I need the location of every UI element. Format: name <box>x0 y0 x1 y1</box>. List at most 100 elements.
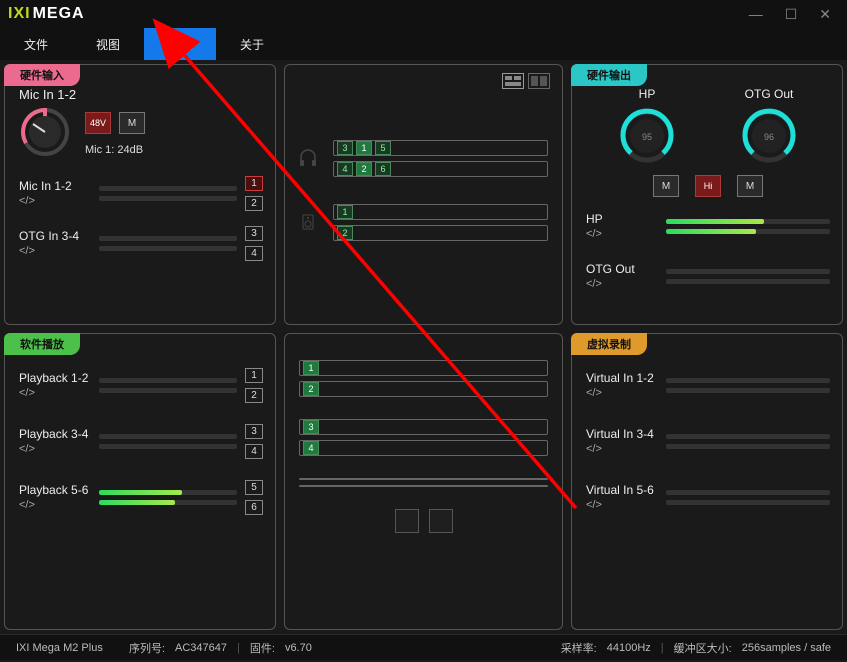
route-box[interactable]: 4 2 6 <box>333 161 548 177</box>
route-cell[interactable]: 2 <box>337 226 353 240</box>
hi-button[interactable]: Hi <box>695 175 721 197</box>
channel-num-button[interactable]: 1 <box>245 176 263 191</box>
level-meter <box>99 246 237 251</box>
channel-sub: </> <box>19 499 99 511</box>
route-cell[interactable]: 2 <box>303 382 319 396</box>
channel-num-button[interactable]: 2 <box>245 196 263 211</box>
window-maximize[interactable]: ☐ <box>785 6 798 23</box>
channel-row-playback-34: Playback 3-4 </> 3 4 <box>19 422 263 460</box>
window-close[interactable]: ✕ <box>819 6 831 23</box>
status-fw-label: 固件: <box>250 640 275 656</box>
menubar: 文件 视图 设置 关于 <box>0 28 847 60</box>
level-meter <box>666 279 830 284</box>
channel-num-button[interactable]: 5 <box>245 480 263 495</box>
level-meter <box>99 196 237 201</box>
otg-output-label: OTG Out <box>745 87 794 101</box>
view-mode-a[interactable] <box>502 73 524 89</box>
routing-option-a[interactable] <box>395 509 419 533</box>
svg-text:95: 95 <box>642 132 652 142</box>
panel-virtual-record: 虚拟录制 Virtual In 1-2 </> Virtual In 3-4 <… <box>571 333 843 630</box>
channel-name: Playback 3-4 <box>19 427 99 441</box>
statusbar: IXI Mega M2 Plus 序列号: AC347647 | 固件: v6.… <box>0 634 847 660</box>
titlebar: IXIMEGA — ☐ ✕ <box>0 0 847 28</box>
hp-output-label: HP <box>639 87 656 101</box>
route-cell[interactable]: 1 <box>356 141 372 155</box>
route-box[interactable]: 1 <box>299 360 548 376</box>
channel-num-button[interactable]: 2 <box>245 388 263 403</box>
channel-row-playback-12: Playback 1-2 </> 1 2 <box>19 366 263 404</box>
status-serial-label: 序列号: <box>129 640 165 656</box>
menu-file[interactable]: 文件 <box>0 28 72 60</box>
menu-view[interactable]: 视图 <box>72 28 144 60</box>
route-cell[interactable]: 4 <box>303 441 319 455</box>
channel-row-hp: HP </> <box>586 207 830 245</box>
menu-settings[interactable]: 设置 <box>144 28 216 60</box>
channel-num-button[interactable]: 6 <box>245 500 263 515</box>
otg-volume-dial[interactable]: 96 <box>740 107 798 165</box>
route-cell[interactable]: 4 <box>337 162 353 176</box>
channel-sub: </> <box>19 195 99 207</box>
route-box[interactable]: 1 <box>333 204 548 220</box>
level-meter <box>666 388 830 393</box>
route-box[interactable]: 3 <box>299 419 548 435</box>
level-meter <box>666 229 830 234</box>
channel-name: Virtual In 5-6 <box>586 483 666 497</box>
channel-num-button[interactable]: 1 <box>245 368 263 383</box>
level-meter <box>99 378 237 383</box>
otg-mute-button[interactable]: M <box>737 175 763 197</box>
route-cell[interactable]: 3 <box>337 141 353 155</box>
channel-name: OTG Out <box>586 262 666 276</box>
channel-row-virtual-12: Virtual In 1-2 </> <box>586 366 830 404</box>
menu-about[interactable]: 关于 <box>216 28 288 60</box>
svg-text:96: 96 <box>764 132 774 142</box>
status-sr-label: 采样率: <box>561 640 597 656</box>
view-mode-b[interactable] <box>528 73 550 89</box>
route-cell[interactable]: 1 <box>337 205 353 219</box>
channel-name: Playback 1-2 <box>19 371 99 385</box>
window-minimize[interactable]: — <box>749 6 763 23</box>
channel-sub: </> <box>19 245 99 257</box>
level-meter <box>99 186 237 191</box>
channel-sub: </> <box>19 443 99 455</box>
panel-title-hw-out: 硬件输出 <box>571 64 647 86</box>
headphones-icon <box>295 148 321 168</box>
level-meter <box>99 444 237 449</box>
channel-name: HP <box>586 212 666 226</box>
routing-option-b[interactable] <box>429 509 453 533</box>
status-sr: 44100Hz <box>607 642 651 654</box>
route-cell[interactable]: 1 <box>303 361 319 375</box>
channel-sub: </> <box>19 387 99 399</box>
status-serial: AC347647 <box>175 642 227 654</box>
route-cell[interactable]: 5 <box>375 141 391 155</box>
route-box[interactable] <box>299 478 548 480</box>
channel-num-button[interactable]: 3 <box>245 424 263 439</box>
route-box[interactable] <box>299 485 548 487</box>
level-meter <box>666 490 830 495</box>
app-logo: IXIMEGA <box>8 5 85 23</box>
route-box[interactable]: 3 1 5 <box>333 140 548 156</box>
route-cell[interactable]: 2 <box>356 162 372 176</box>
level-meter <box>666 500 830 505</box>
route-box[interactable]: 4 <box>299 440 548 456</box>
mic-gain-readout: Mic 1: 24dB <box>85 144 145 156</box>
mic-gain-knob[interactable] <box>19 106 71 158</box>
channel-num-button[interactable]: 4 <box>245 246 263 261</box>
level-meter <box>666 434 830 439</box>
channel-row-mic-in: Mic In 1-2 </> 1 2 <box>19 174 263 212</box>
phantom-48v-button[interactable]: 48V <box>85 112 111 134</box>
channel-num-button[interactable]: 3 <box>245 226 263 241</box>
route-box[interactable]: 2 <box>333 225 548 241</box>
hp-volume-dial[interactable]: 95 <box>618 107 676 165</box>
level-meter <box>99 490 237 495</box>
routing-row-headphones: 3 1 5 4 2 6 <box>295 135 548 181</box>
panel-hardware-input: 硬件输入 Mic In 1-2 48V M Mic 1: 24dB <box>4 64 276 325</box>
channel-num-button[interactable]: 4 <box>245 444 263 459</box>
route-cell[interactable]: 3 <box>303 420 319 434</box>
channel-row-otg-in: OTG In 3-4 </> 3 4 <box>19 224 263 262</box>
route-cell[interactable]: 6 <box>375 162 391 176</box>
hp-mute-button[interactable]: M <box>653 175 679 197</box>
level-meter <box>666 444 830 449</box>
mute-button[interactable]: M <box>119 112 145 134</box>
route-box[interactable]: 2 <box>299 381 548 397</box>
level-meter <box>666 219 830 224</box>
